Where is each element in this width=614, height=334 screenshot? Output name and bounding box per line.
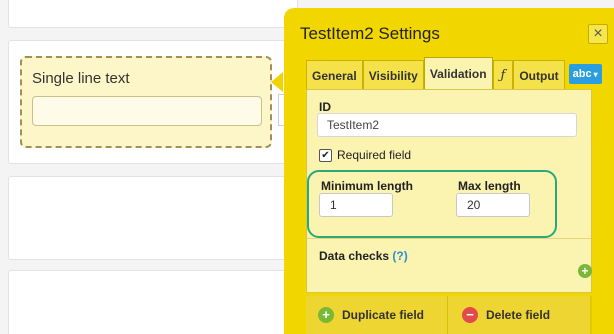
minus-circle-icon: − [462, 307, 478, 323]
field-label: Single line text [32, 70, 130, 87]
tab-function[interactable]: ƒ [492, 60, 514, 90]
data-checks-help-link[interactable]: (?) [392, 249, 407, 263]
duplicate-field-button[interactable]: + Duplicate field [306, 296, 448, 334]
tab-validation[interactable]: Validation [423, 57, 493, 90]
required-label: Required field [337, 148, 412, 162]
form-card[interactable] [8, 0, 298, 28]
tab-general[interactable]: General [306, 60, 363, 90]
min-length-input[interactable]: 1 [319, 193, 393, 217]
delete-label: Delete field [486, 308, 551, 322]
id-field[interactable]: TestItem2 [317, 113, 577, 137]
settings-tabs: General Visibility Validation ƒ Output a… [306, 56, 602, 90]
single-line-text-field[interactable]: Single line text [20, 56, 272, 148]
plus-circle-icon: + [318, 307, 334, 323]
panel-title: TestItem2 Settings [300, 24, 440, 43]
field-type-dropdown[interactable]: abc ▾ [568, 64, 602, 84]
data-checks-text: Data checks [319, 249, 390, 263]
form-card[interactable] [8, 176, 298, 260]
min-length-label: Minimum length [321, 179, 413, 193]
required-checkbox[interactable]: ✔ [319, 148, 332, 162]
checkmark-icon: ✔ [321, 149, 330, 161]
duplicate-label: Duplicate field [342, 308, 425, 322]
field-preview-input[interactable] [32, 96, 262, 126]
settings-panel: TestItem2 Settings × General Visibility … [284, 8, 614, 334]
chevron-down-icon: ▾ [593, 69, 598, 79]
delete-field-button[interactable]: − Delete field [448, 296, 590, 334]
panel-pointer-arrow [271, 72, 283, 92]
id-label: ID [319, 100, 331, 114]
form-card[interactable] [8, 270, 298, 334]
close-icon[interactable]: × [588, 24, 608, 44]
validation-tab-content: ID TestItem2 ✔ Required field Minimum le… [306, 89, 592, 293]
plus-circle-icon[interactable]: + [578, 264, 592, 278]
max-length-label: Max length [458, 179, 521, 193]
required-field-row[interactable]: ✔ Required field [319, 148, 411, 162]
divider [307, 238, 591, 239]
panel-footer: + Duplicate field − Delete field [306, 296, 592, 334]
data-checks-label: Data checks (?) [319, 249, 408, 263]
field-type-label: abc [572, 68, 592, 80]
tab-visibility[interactable]: Visibility [362, 60, 424, 90]
tab-output[interactable]: Output [513, 60, 565, 90]
max-length-input[interactable]: 20 [456, 193, 530, 217]
